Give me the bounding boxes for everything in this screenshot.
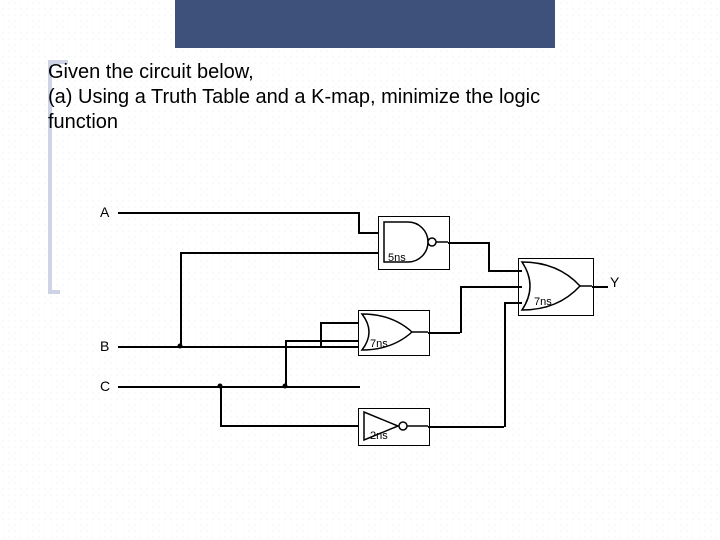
wire-nand-out-h2 — [488, 270, 522, 272]
wire-b-to-nand — [180, 252, 380, 254]
slide-left-rule-bottom — [48, 290, 60, 294]
input-label-a: A — [100, 204, 109, 220]
question-prompt: Given the circuit below, (a) Using a Tru… — [48, 60, 688, 135]
wire-b-tap-up — [180, 252, 182, 347]
wire-c-to-or-bot-h — [285, 340, 360, 342]
wire-ormid-out-h2 — [460, 286, 522, 288]
wire-not-out-h2 — [504, 302, 522, 304]
wire-ormid-out-h1 — [428, 332, 460, 334]
junction-c1 — [283, 384, 288, 389]
slide-header-bar — [175, 0, 555, 48]
or-mid-delay-label: 7ns — [370, 338, 388, 350]
junction-b — [178, 344, 183, 349]
wire-a-drop — [358, 212, 360, 232]
or-out-delay-label: 7ns — [534, 296, 552, 308]
or-mid-gate-icon — [358, 310, 428, 354]
wire-a-main — [118, 212, 360, 214]
wire-c-to-not-v — [220, 386, 222, 426]
not-delay-label: 2ns — [370, 430, 388, 442]
wire-nand-out-v — [488, 242, 490, 270]
input-label-c: C — [100, 378, 110, 394]
prompt-line-3: function — [48, 110, 688, 135]
input-label-b: B — [100, 338, 109, 354]
wire-ormid-out-v — [460, 286, 462, 333]
wire-c-main — [118, 386, 360, 388]
wire-not-out-v — [504, 302, 506, 427]
wire-b-to-or-top-h — [320, 322, 360, 324]
nand-delay-label: 5ns — [388, 252, 406, 264]
or-out-gate-icon — [518, 258, 592, 314]
wire-c-to-not-h — [220, 425, 360, 427]
wire-a-to-nand — [358, 232, 380, 234]
wire-b-to-or-top — [320, 322, 322, 347]
wire-output-y — [592, 286, 608, 288]
wire-c-to-or-bot-v — [285, 340, 287, 387]
prompt-line-1: Given the circuit below, — [48, 60, 688, 85]
wire-not-out-h1 — [428, 426, 504, 428]
wire-b-main — [118, 346, 360, 348]
output-label-y: Y — [610, 274, 619, 290]
not-gate-icon — [358, 408, 428, 444]
junction-c2 — [218, 384, 223, 389]
prompt-line-2: (a) Using a Truth Table and a K-map, min… — [48, 85, 688, 110]
wire-nand-out-h1 — [448, 242, 488, 244]
logic-circuit-diagram: A B C Y 5ns 7ns 2ns — [100, 210, 660, 470]
